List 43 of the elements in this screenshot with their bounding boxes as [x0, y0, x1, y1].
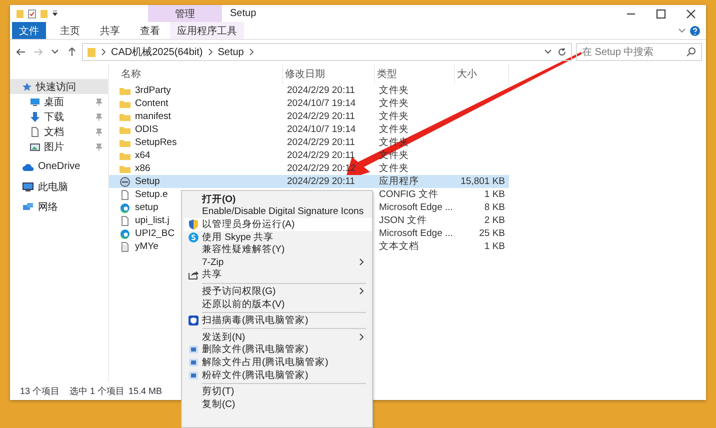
- file-date: 2024/10/7 19:14: [287, 98, 356, 109]
- file-name: yMYe: [135, 241, 158, 252]
- file-name: manifest: [135, 111, 171, 122]
- file-name: x86: [135, 163, 150, 174]
- file-type: 应用程序: [379, 175, 419, 188]
- file-type: 文件夹: [379, 97, 409, 110]
- search-placeholder: 在 Setup 中搜索: [582, 46, 654, 59]
- file-name: SetupRes: [135, 137, 177, 148]
- file-date: 2024/2/29 20:11: [287, 176, 355, 187]
- file-type: 文件夹: [379, 110, 409, 123]
- file-type: 文件夹: [379, 162, 409, 175]
- file-type: CONFIG 文件: [379, 188, 439, 201]
- window-title: Setup: [230, 8, 256, 19]
- file-type: Microsoft Edge ...: [379, 228, 453, 239]
- file-type: 文件夹: [379, 84, 409, 97]
- file-name: 3rdParty: [135, 85, 171, 96]
- file-type: 文件夹: [379, 123, 409, 136]
- selection-count: 选中 1 个项目: [70, 384, 125, 398]
- file-date: 2024/2/29 20:11: [287, 137, 355, 148]
- context-tab-header: 管理: [148, 5, 222, 22]
- file-name: Setup.e: [135, 189, 168, 200]
- file-name: x64: [135, 150, 150, 161]
- file-name: upi_list.j: [135, 215, 170, 226]
- file-name: setup: [135, 202, 158, 213]
- file-size: 1 KB: [484, 241, 505, 252]
- file-size: 1 KB: [484, 189, 505, 200]
- file-type: JSON 文件: [379, 214, 427, 227]
- file-name: UPI2_BC: [135, 228, 175, 239]
- file-type: 文本文档: [379, 240, 419, 253]
- file-date: 2024/2/29 20:11: [287, 85, 355, 96]
- file-name: Content: [135, 98, 168, 109]
- file-size: 25 KB: [479, 228, 505, 239]
- file-type: Microsoft Edge ...: [379, 202, 453, 213]
- file-date: 2024/10/7 19:14: [287, 124, 356, 135]
- file-date: 2024/2/29 20:11: [287, 111, 355, 122]
- file-size: 8 KB: [484, 202, 505, 213]
- file-date: 2024/2/29 20:11: [287, 150, 355, 161]
- file-name: ODIS: [135, 124, 158, 135]
- file-size: 2 KB: [484, 215, 505, 226]
- file-size: 15,801 KB: [460, 176, 505, 187]
- item-count: 13 个项目: [20, 384, 60, 398]
- file-name: Setup: [135, 176, 160, 187]
- selection-size: 15.4 MB: [128, 386, 162, 396]
